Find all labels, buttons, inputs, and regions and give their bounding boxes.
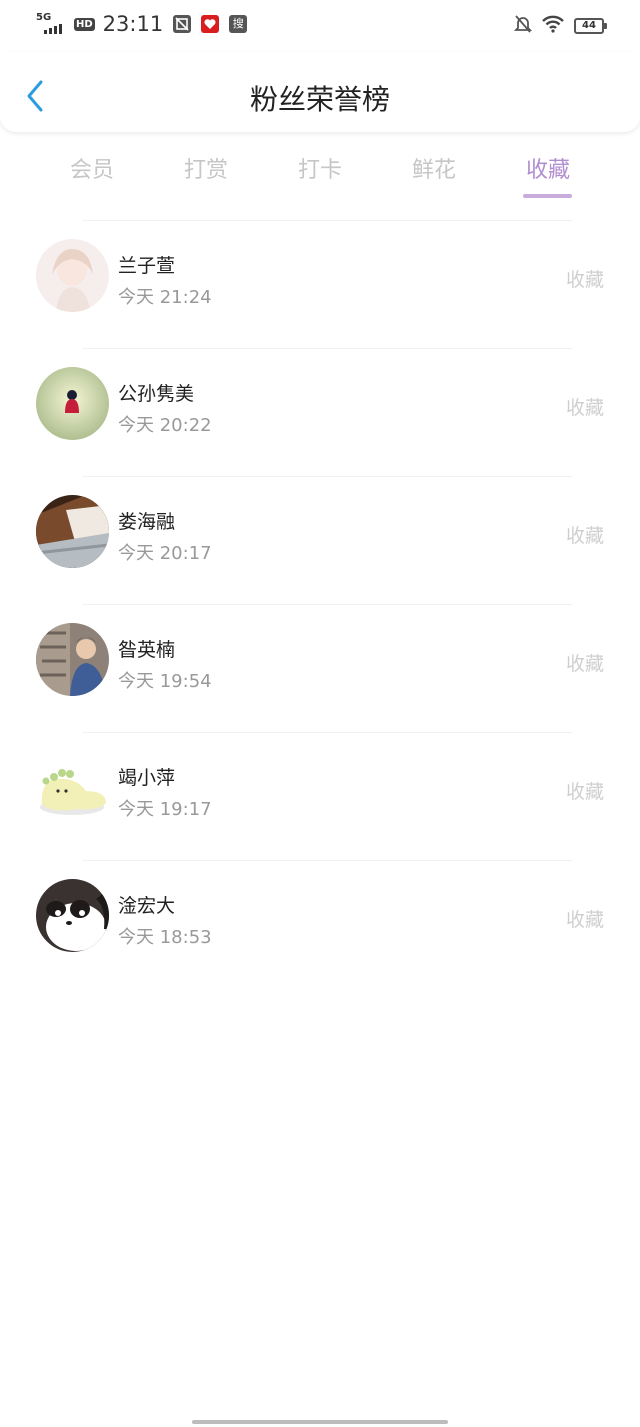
wifi-icon: [542, 15, 564, 37]
favorite-label[interactable]: 收藏: [566, 265, 604, 292]
fan-time: 今天 21:24: [118, 287, 212, 308]
tab-member[interactable]: 会员: [52, 152, 132, 184]
avatar: [36, 239, 109, 312]
avatar: [36, 623, 109, 696]
tab-reward[interactable]: 打赏: [166, 152, 246, 184]
mute-bell-icon: [513, 14, 533, 38]
fan-name: 兰子萱: [118, 255, 176, 277]
signal-icon: 5G: [36, 12, 66, 36]
status-right: 44: [513, 14, 607, 38]
list-item[interactable]: 昝英楠 今天 19:54 收藏: [0, 605, 640, 733]
avatar: [36, 367, 109, 440]
avatar: [36, 495, 109, 568]
fan-name: 娄海融: [118, 511, 176, 533]
fan-name: 公孙隽美: [118, 383, 195, 405]
favorite-label[interactable]: 收藏: [566, 777, 604, 804]
tab-bar: 会员 打赏 打卡 鲜花 收藏: [0, 140, 640, 202]
list-item[interactable]: 兰子萱 今天 21:24 收藏: [0, 221, 640, 349]
status-clock: 23:11: [102, 12, 164, 36]
list-item[interactable]: 竭小萍 今天 19:17 收藏: [0, 733, 640, 861]
fan-time: 今天 18:53: [118, 927, 212, 948]
list-item[interactable]: 淦宏大 今天 18:53 收藏: [0, 861, 640, 989]
nav-bar: 粉丝荣誉榜: [0, 52, 640, 132]
favorite-label[interactable]: 收藏: [566, 649, 604, 676]
list-item[interactable]: 娄海融 今天 20:17 收藏: [0, 477, 640, 605]
screenshot-app-icon: [173, 15, 192, 33]
fan-time: 今天 20:17: [118, 543, 212, 564]
heart-app-icon: [201, 15, 220, 33]
list-item[interactable]: 公孙隽美 今天 20:22 收藏: [0, 349, 640, 477]
fan-time: 今天 20:22: [118, 415, 212, 436]
tab-active-indicator: [523, 194, 572, 198]
fan-name: 昝英楠: [118, 639, 176, 661]
favorite-label[interactable]: 收藏: [566, 521, 604, 548]
status-bar: 5G HD 23:11 搜 44: [0, 0, 640, 52]
home-indicator[interactable]: [192, 1420, 448, 1424]
fan-name: 竭小萍: [118, 767, 176, 789]
hd-badge: HD: [74, 17, 95, 31]
avatar: [36, 751, 109, 824]
favorite-label[interactable]: 收藏: [566, 393, 604, 420]
battery-icon: 44: [574, 18, 607, 34]
tab-checkin[interactable]: 打卡: [280, 152, 360, 184]
tab-favorites[interactable]: 收藏: [508, 152, 588, 184]
tab-flowers[interactable]: 鲜花: [394, 152, 474, 184]
page-title: 粉丝荣誉榜: [249, 83, 390, 116]
avatar: [36, 879, 109, 952]
search-app-icon: 搜: [229, 15, 248, 33]
favorite-label[interactable]: 收藏: [566, 905, 604, 932]
network-type: 5G: [36, 12, 52, 23]
fan-time: 今天 19:17: [118, 799, 212, 820]
fan-name: 淦宏大: [118, 895, 176, 917]
fan-time: 今天 19:54: [118, 671, 212, 692]
status-left: 5G HD 23:11 搜: [36, 12, 248, 36]
